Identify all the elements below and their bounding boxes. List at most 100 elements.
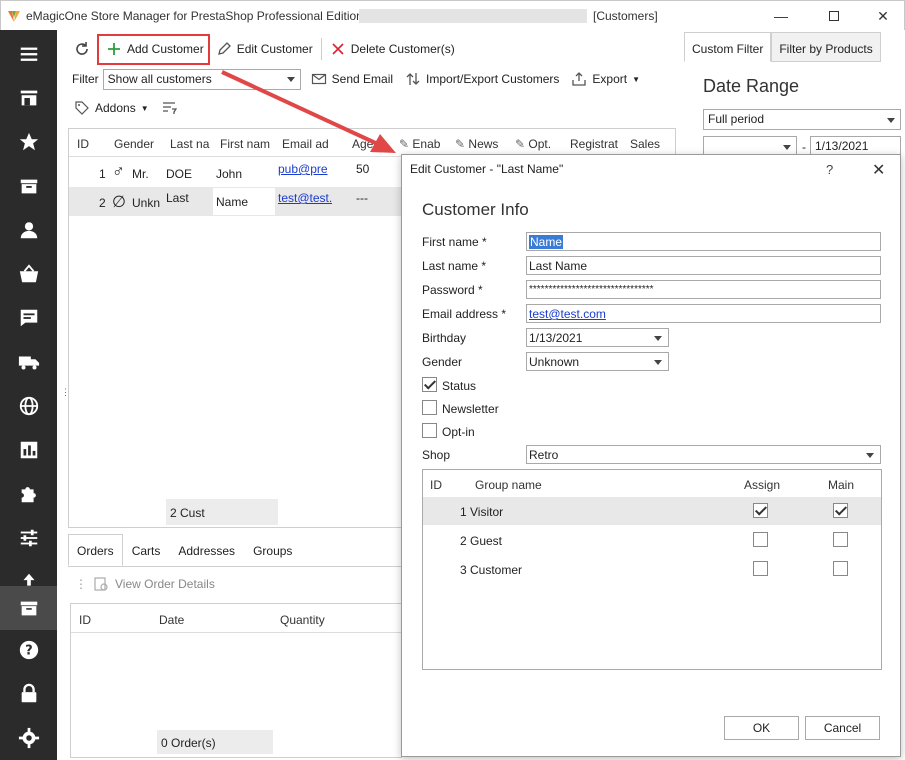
nav-localization[interactable] <box>0 384 57 428</box>
column-filter-button[interactable] <box>155 94 183 122</box>
tab-carts[interactable]: Carts <box>123 534 170 566</box>
send-email-button[interactable]: Send Email <box>305 65 399 93</box>
nav-customers[interactable] <box>0 208 57 252</box>
col-order-quantity[interactable]: Quantity <box>280 613 325 627</box>
delete-customers-button[interactable]: Delete Customer(s) <box>324 35 461 63</box>
cell-age: --- <box>356 191 368 205</box>
main-checkbox[interactable] <box>833 503 848 518</box>
filter-select[interactable]: Show all customers <box>102 68 301 90</box>
col-newsletter[interactable]: ✎ News <box>455 137 503 151</box>
col-order-date[interactable]: Date <box>159 613 184 627</box>
bottom-tabs: Orders Carts Addresses Groups <box>68 534 301 566</box>
tag-icon <box>75 101 89 115</box>
col-group-id[interactable]: ID <box>430 478 442 492</box>
nav-shipping[interactable] <box>0 340 57 384</box>
newsletter-checkbox[interactable] <box>422 400 437 415</box>
maximize-button[interactable] <box>814 4 854 28</box>
col-sales[interactable]: Sales <box>630 137 670 151</box>
gender-select[interactable]: Unknown <box>526 352 669 371</box>
nav-security[interactable] <box>0 672 57 716</box>
col-registration[interactable]: Registrat <box>570 137 620 151</box>
cell-email[interactable]: test@test. <box>278 191 332 205</box>
assign-checkbox[interactable] <box>753 532 768 547</box>
window-title: eMagicOne Store Manager for PrestaShop P… <box>26 9 370 23</box>
col-first-name[interactable]: First nam <box>220 137 272 151</box>
cell-first-name-editor[interactable]: Name <box>213 188 275 215</box>
col-enabled[interactable]: ✎ Enab <box>399 137 445 151</box>
tab-orders[interactable]: Orders <box>68 534 123 566</box>
period-select[interactable]: Full period <box>703 109 901 130</box>
last-name-field[interactable]: Last Name <box>526 256 881 275</box>
cell-gender: Unkn <box>132 196 161 210</box>
nav-settings[interactable] <box>0 716 57 760</box>
nav-addons[interactable] <box>0 472 57 516</box>
nav-messages[interactable] <box>0 296 57 340</box>
ok-button[interactable]: OK <box>724 716 799 740</box>
maximize-icon <box>829 11 839 21</box>
main-checkbox[interactable] <box>833 561 848 576</box>
window-context: [Customers] <box>593 9 658 23</box>
send-email-label: Send Email <box>331 72 394 86</box>
gender-label: Gender <box>422 355 463 369</box>
col-optin-label: Opt. <box>528 137 552 151</box>
nav-help[interactable]: ? <box>0 628 57 672</box>
puzzle-icon <box>21 487 36 503</box>
status-checkbox[interactable] <box>422 377 437 392</box>
close-window-button[interactable]: ✕ <box>863 4 903 28</box>
tab-custom-filter[interactable]: Custom Filter <box>684 32 772 62</box>
filter-label: Filter <box>72 72 99 86</box>
addons-label: Addons <box>95 101 136 115</box>
chevron-down-icon <box>654 360 662 365</box>
col-email[interactable]: Email ad <box>282 137 332 151</box>
col-last-name[interactable]: Last na <box>170 137 212 151</box>
email-field[interactable]: test@test.com <box>526 304 881 323</box>
export-button[interactable]: Export ▼ <box>565 65 646 93</box>
col-optin[interactable]: ✎ Opt. <box>515 137 561 151</box>
col-order-id[interactable]: ID <box>79 613 91 627</box>
tab-addresses[interactable]: Addresses <box>169 534 244 566</box>
group-row[interactable]: 3 Customer <box>423 555 881 583</box>
nav-menu[interactable] <box>0 32 57 76</box>
cancel-button[interactable]: Cancel <box>805 716 880 740</box>
nav-inbox[interactable] <box>0 586 57 630</box>
assign-checkbox[interactable] <box>753 503 768 518</box>
close-dialog-button[interactable]: ✕ <box>872 160 885 180</box>
edit-customer-button[interactable]: Edit Customer <box>210 35 319 63</box>
group-row[interactable]: 1 Visitor <box>423 497 881 525</box>
optin-checkbox[interactable] <box>422 423 437 438</box>
assign-checkbox[interactable] <box>753 561 768 576</box>
tab-filter-by-products[interactable]: Filter by Products <box>771 32 881 62</box>
cell-email[interactable]: pub@pre <box>278 162 328 176</box>
import-export-button[interactable]: Import/Export Customers <box>399 65 565 93</box>
nav-settings-sliders[interactable] <box>0 516 57 560</box>
col-gender[interactable]: Gender <box>114 137 162 151</box>
minimize-button[interactable]: — <box>761 4 801 28</box>
addons-button[interactable]: Addons ▼ <box>68 94 155 122</box>
col-main[interactable]: Main <box>828 478 854 492</box>
help-button[interactable]: ? <box>826 162 833 177</box>
delete-x-icon <box>332 43 344 55</box>
import-export-icon <box>406 73 420 85</box>
nav-catalog[interactable] <box>0 164 57 208</box>
nav-favorites[interactable] <box>0 120 57 164</box>
shop-select[interactable]: Retro <box>526 445 881 464</box>
col-id[interactable]: ID <box>77 137 99 151</box>
nav-reports[interactable] <box>0 428 57 472</box>
tab-groups[interactable]: Groups <box>244 534 301 566</box>
group-row[interactable]: 2 Guest <box>423 526 881 554</box>
nav-store[interactable] <box>0 76 57 120</box>
splitter-handle[interactable]: ⋮ <box>61 388 70 402</box>
birthday-picker[interactable]: 1/13/2021 <box>526 328 669 347</box>
first-name-field[interactable]: Name <box>526 232 881 251</box>
main-checkbox[interactable] <box>833 532 848 547</box>
nav-orders[interactable] <box>0 252 57 296</box>
refresh-button[interactable] <box>68 35 96 63</box>
password-field[interactable]: ******************************** <box>526 280 881 299</box>
col-assign[interactable]: Assign <box>744 478 780 492</box>
col-age[interactable]: Age <box>352 137 384 151</box>
left-nav: ? <box>0 30 57 760</box>
col-group-name[interactable]: Group name <box>475 478 542 492</box>
user-icon <box>20 222 37 239</box>
store-icon <box>20 90 37 106</box>
view-order-details-button[interactable]: ⋮ View Order Details <box>75 576 215 592</box>
